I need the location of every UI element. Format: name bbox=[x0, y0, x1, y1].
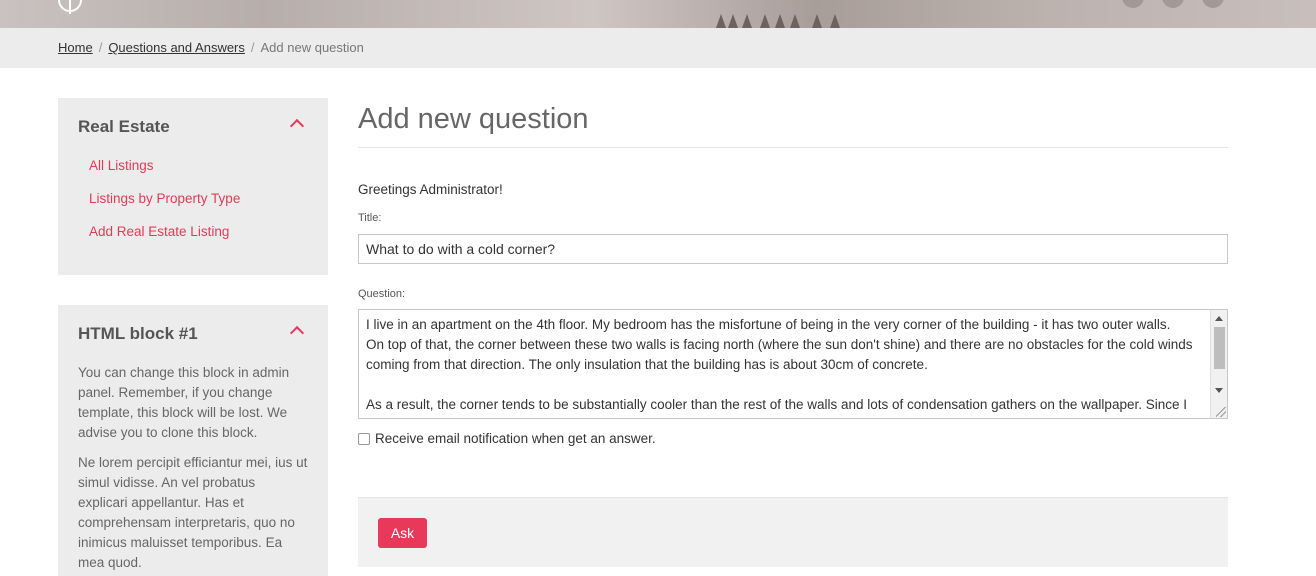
tree-decoration bbox=[790, 14, 800, 28]
html-block-panel: HTML block #1 You can change this block … bbox=[58, 305, 328, 576]
notify-label[interactable]: Receive email notification when get an a… bbox=[375, 431, 656, 446]
breadcrumb-home[interactable]: Home bbox=[58, 40, 93, 55]
social-icon[interactable] bbox=[1162, 0, 1184, 8]
breadcrumb-questions-and-answers[interactable]: Questions and Answers bbox=[108, 40, 245, 55]
tree-decoration bbox=[812, 14, 822, 28]
html-block-paragraph: Ne lorem percipit efficiantur mei, ius u… bbox=[78, 455, 308, 570]
breadcrumb: Home / Questions and Answers / Add new quest… bbox=[58, 40, 364, 55]
ask-button[interactable]: Ask bbox=[378, 518, 427, 548]
tree-decoration bbox=[830, 14, 840, 28]
social-icon[interactable] bbox=[1202, 0, 1224, 8]
sidebar-link-all-listings[interactable]: All Listings bbox=[58, 156, 328, 189]
html-block-content: You can change this block in admin panel… bbox=[58, 363, 328, 573]
chevron-up-icon[interactable] bbox=[289, 325, 305, 341]
breadcrumb-separator: / bbox=[98, 40, 103, 55]
scrollbar-thumb[interactable] bbox=[1214, 327, 1225, 369]
question-label: Question: bbox=[358, 288, 406, 300]
panel-title: Real Estate bbox=[78, 117, 170, 136]
breadcrumb-bar: Home / Questions and Answers / Add new quest… bbox=[0, 28, 1316, 68]
question-text[interactable]: I live in an apartment on the 4th floor.… bbox=[366, 315, 1206, 415]
real-estate-panel: Real Estate All Listings Listings by Pro… bbox=[58, 98, 328, 275]
html-block-panel-header[interactable]: HTML block #1 bbox=[58, 305, 328, 363]
sidebar-link-listings-by-property-type[interactable]: Listings by Property Type bbox=[58, 189, 328, 222]
greeting-text: Greetings Administrator! bbox=[358, 182, 503, 197]
notify-checkbox[interactable] bbox=[358, 432, 370, 445]
panel-title: HTML block #1 bbox=[78, 324, 198, 343]
tree-decoration bbox=[775, 14, 785, 28]
header-banner bbox=[0, 0, 1316, 28]
logo-icon[interactable] bbox=[58, 0, 82, 14]
scroll-down-icon[interactable] bbox=[1215, 388, 1223, 393]
real-estate-panel-header[interactable]: Real Estate bbox=[58, 98, 328, 156]
breadcrumb-separator: / bbox=[250, 40, 255, 55]
question-textarea[interactable]: I live in an apartment on the 4th floor.… bbox=[358, 309, 1228, 419]
tree-decoration bbox=[728, 14, 738, 28]
form-actions: Ask bbox=[358, 497, 1228, 567]
social-icon[interactable] bbox=[1122, 0, 1144, 8]
question-form: Add new question Greetings Administrator… bbox=[358, 98, 1228, 446]
scroll-up-icon[interactable] bbox=[1215, 316, 1223, 321]
sidebar-link-add-real-estate-listing[interactable]: Add Real Estate Listing bbox=[58, 222, 328, 255]
tree-decoration bbox=[742, 14, 752, 28]
notification-option[interactable]: Receive email notification when get an a… bbox=[358, 431, 656, 446]
title-input[interactable] bbox=[358, 234, 1228, 264]
textarea-scrollbar[interactable] bbox=[1210, 310, 1227, 418]
chevron-up-icon[interactable] bbox=[289, 118, 305, 134]
page-title: Add new question bbox=[358, 98, 1228, 148]
resize-grip-icon[interactable] bbox=[1216, 407, 1226, 417]
html-block-paragraph: You can change this block in admin panel… bbox=[78, 365, 290, 440]
title-label: Title: bbox=[358, 212, 382, 224]
tree-decoration bbox=[760, 14, 770, 28]
breadcrumb-current: Add new question bbox=[260, 40, 364, 55]
tree-decoration bbox=[716, 14, 726, 28]
